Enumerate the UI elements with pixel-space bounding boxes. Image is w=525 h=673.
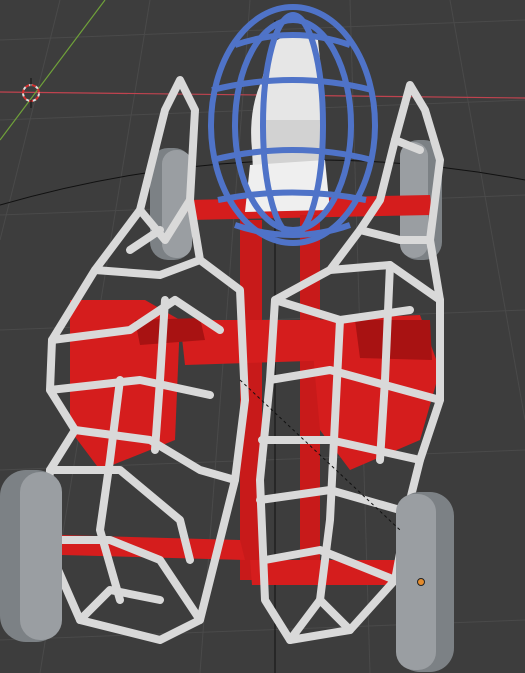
y-axis-line (0, 0, 106, 141)
object-origin-icon[interactable] (417, 578, 425, 586)
front-wheel-left[interactable] (0, 470, 62, 642)
scene-canvas[interactable] (0, 0, 525, 673)
3d-viewport[interactable] (0, 0, 525, 673)
